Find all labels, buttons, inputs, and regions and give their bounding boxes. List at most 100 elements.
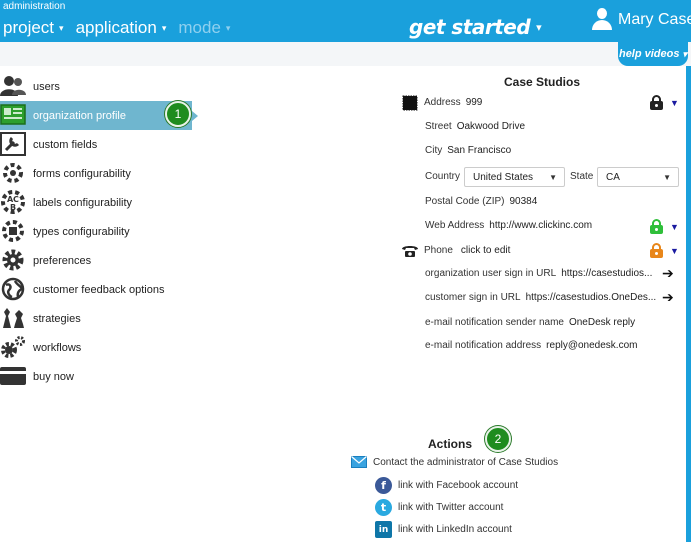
sidebar-item-customer-feedback-options[interactable]: customer feedback options — [0, 275, 200, 304]
user-icon — [590, 8, 614, 32]
zip-field[interactable]: Postal Code (ZIP) 90384 — [425, 196, 537, 207]
sidebar-item-users[interactable]: users — [0, 72, 200, 101]
address-field[interactable]: Address 999 — [424, 97, 482, 108]
top-bar: administration project ▾ application ▾ m… — [0, 0, 691, 42]
main-nav: project ▾ application ▾ mode ▾ — [3, 18, 230, 38]
privacy-dropdown-caret-icon[interactable]: ▼ — [670, 98, 679, 108]
contact-administrator-link[interactable]: Contact the administrator of Case Studio… — [351, 456, 558, 468]
org-url-label: organization user sign in URL — [425, 268, 557, 279]
email-sender-name-field[interactable]: e-mail notification sender name OneDesk … — [425, 317, 635, 328]
web-address-field[interactable]: Web Address http://www.clickinc.com — [425, 220, 592, 231]
sidebar-item-label: custom fields — [33, 138, 98, 151]
sidebar-item-label: forms configurability — [33, 167, 131, 180]
globe-icon — [1, 277, 25, 301]
step-badge-2: 2 — [485, 426, 511, 452]
sidebar-item-labels-configurability[interactable]: A C B labels configurability — [0, 188, 200, 217]
users-icon — [0, 76, 26, 96]
street-value: Oakwood Drive — [456, 121, 526, 132]
help-videos-button[interactable]: help videos ▾ — [618, 42, 688, 66]
right-edge-strip — [686, 66, 691, 542]
cust-url-value: https://casestudios.OneDes... — [525, 292, 657, 303]
facebook-label: link with Facebook account — [398, 480, 519, 491]
gear-icon — [2, 249, 24, 271]
organization-sign-in-url-field[interactable]: organization user sign in URL https://ca… — [425, 268, 652, 279]
lock-icon[interactable] — [650, 95, 663, 110]
nav-mode[interactable]: mode ▾ — [178, 18, 230, 38]
sidebar-item-custom-fields[interactable]: custom fields — [0, 130, 200, 159]
twitter-icon: t — [375, 499, 392, 516]
chevron-down-icon: ▾ — [682, 48, 688, 59]
link-facebook-button[interactable]: f link with Facebook account — [375, 477, 518, 494]
privacy-dropdown-caret-icon[interactable]: ▼ — [670, 222, 679, 232]
lock-public-icon[interactable] — [650, 219, 663, 234]
country-select[interactable]: United States ▼ — [464, 167, 565, 187]
state-select[interactable]: CA ▼ — [597, 167, 679, 187]
organization-profile-icon — [0, 104, 26, 125]
open-url-arrow-icon[interactable]: ➔ — [662, 289, 674, 306]
address-label: Address — [424, 97, 461, 108]
phone-value: click to edit — [460, 245, 511, 256]
organization-name-title: Case Studios — [504, 75, 581, 89]
user-name: Mary Case — [618, 11, 691, 28]
organization-logo-icon — [402, 95, 418, 111]
sidebar-item-label: strategies — [33, 312, 81, 325]
phone-field[interactable]: Phone click to edit — [424, 245, 510, 256]
sidebar-item-organization-profile[interactable]: organization profile — [0, 101, 198, 130]
user-menu[interactable]: Mary Case — [590, 8, 691, 32]
get-started-menu[interactable]: get started ▾ — [409, 15, 542, 39]
email-icon — [351, 456, 367, 468]
facebook-icon: f — [375, 477, 392, 494]
svg-text:B: B — [10, 203, 16, 212]
sidebar-item-preferences[interactable]: preferences — [0, 246, 200, 275]
credit-card-icon — [0, 367, 26, 385]
privacy-dropdown-caret-icon[interactable]: ▼ — [670, 246, 679, 256]
sidebar-item-forms-configurability[interactable]: forms configurability — [0, 159, 200, 188]
sidebar-item-types-configurability[interactable]: types configurability — [0, 217, 200, 246]
org-url-value: https://casestudios... — [561, 268, 653, 279]
chevron-down-icon: ▾ — [536, 20, 542, 34]
chevron-down-icon: ▾ — [225, 22, 231, 33]
actions-title: Actions — [428, 437, 473, 451]
city-field[interactable]: City San Francisco — [425, 145, 511, 156]
cust-url-label: customer sign in URL — [425, 292, 521, 303]
forms-icon — [3, 163, 23, 183]
customer-sign-in-url-field[interactable]: customer sign in URL https://casestudios… — [425, 292, 656, 303]
sidebar-item-label: buy now — [33, 370, 74, 383]
linkedin-label: link with LinkedIn account — [398, 524, 512, 535]
city-label: City — [425, 145, 443, 156]
sidebar-item-label: workflows — [33, 341, 82, 354]
sidebar-item-strategies[interactable]: strategies — [0, 304, 200, 333]
sidebar-item-label: labels configurability — [33, 196, 133, 209]
chevron-down-icon: ▾ — [59, 22, 64, 33]
email-notification-address-field[interactable]: e-mail notification address reply@onedes… — [425, 340, 637, 351]
phone-label: Phone — [424, 245, 453, 256]
sidebar-item-label: organization profile — [33, 109, 126, 122]
custom-fields-icon — [0, 132, 26, 156]
lock-partial-icon[interactable] — [650, 243, 663, 258]
phone-icon — [402, 246, 418, 257]
nav-application-label: application — [75, 18, 157, 37]
zip-value: 90384 — [509, 196, 538, 207]
open-url-arrow-icon[interactable]: ➔ — [662, 265, 674, 282]
link-twitter-button[interactable]: t link with Twitter account — [375, 499, 503, 516]
zip-label: Postal Code (ZIP) — [425, 196, 505, 207]
subheader-bar — [0, 42, 691, 66]
twitter-label: link with Twitter account — [398, 502, 504, 513]
sidebar-item-label: types configurability — [33, 225, 130, 238]
sidebar-item-workflows[interactable]: workflows — [0, 333, 200, 362]
web-address-value: http://www.clickinc.com — [489, 220, 593, 231]
contact-label: Contact the administrator of Case Studio… — [373, 456, 559, 468]
types-icon — [2, 220, 24, 242]
sidebar-item-buy-now[interactable]: buy now — [0, 362, 200, 391]
city-value: San Francisco — [447, 145, 512, 156]
sidebar-item-label: users — [33, 80, 60, 93]
country-select-value: United States — [473, 171, 534, 183]
street-field[interactable]: Street Oakwood Drive — [425, 121, 525, 132]
section-label: administration — [3, 1, 66, 12]
nav-project[interactable]: project ▾ — [3, 18, 64, 38]
address-value: 999 — [465, 97, 483, 108]
labels-icon: A C B — [1, 190, 25, 214]
nav-application[interactable]: application ▾ — [76, 18, 167, 38]
gears-icon — [1, 336, 25, 358]
link-linkedin-button[interactable]: in link with LinkedIn account — [375, 521, 512, 538]
